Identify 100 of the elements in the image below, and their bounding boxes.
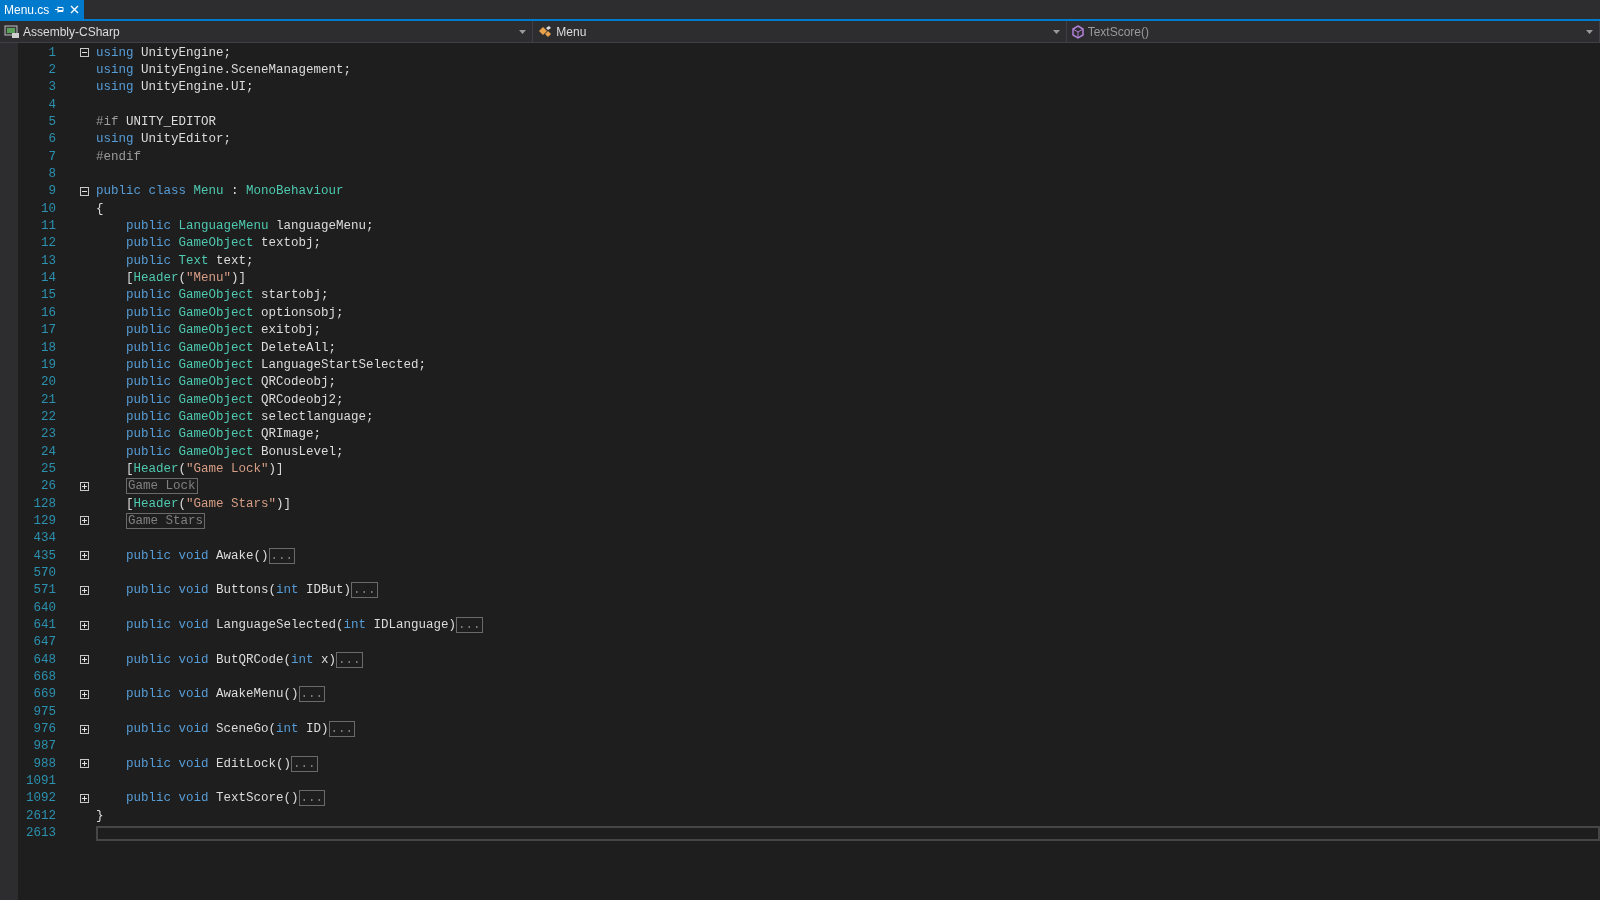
line-number: 13 [40, 253, 56, 268]
line-number: 987 [32, 739, 56, 754]
expand-icon[interactable] [80, 689, 89, 699]
line-number: 23 [40, 427, 56, 442]
line-number: 647 [32, 635, 56, 650]
collapse-icon[interactable] [80, 48, 89, 58]
code-line: public GameObject BonusLevel; [126, 443, 344, 460]
code-line: public GameObject selectlanguage; [126, 408, 374, 425]
code-line: public GameObject QRCodeobj2; [126, 391, 344, 408]
line-number: 2612 [25, 808, 56, 823]
code-line: public GameObject textobj; [126, 235, 322, 252]
pin-icon[interactable] [55, 5, 65, 14]
code-line: public void EditLock() ... [126, 755, 318, 772]
member-dropdown[interactable]: TextScore() [1066, 21, 1600, 42]
line-number: 129 [32, 513, 56, 528]
code-line: using UnityEngine.SceneManagement; [96, 62, 352, 78]
expand-icon[interactable] [80, 551, 89, 561]
code-line: public void LanguageSelected(int IDLanguage) ... [126, 617, 483, 633]
caret-icon [1586, 29, 1593, 34]
line-number: 434 [32, 531, 56, 546]
expand-icon[interactable] [80, 759, 89, 769]
code-line: public GameObject startobj; [126, 287, 329, 304]
code-line: public GameObject DeleteAll; [126, 339, 337, 356]
project-dropdown[interactable]: Assembly-CSharp [0, 21, 534, 42]
class-icon [537, 24, 554, 39]
line-number: 3 [47, 80, 56, 95]
line-number: 17 [40, 323, 56, 338]
code-line: public GameObject QRCodeobj; [126, 374, 337, 391]
code-line: public Text text; [126, 252, 254, 269]
line-number: 9 [47, 184, 56, 199]
line-number: 12 [40, 236, 56, 251]
expand-icon[interactable] [80, 724, 89, 734]
line-number: 648 [32, 652, 56, 667]
code-line: public GameObject exitobj; [126, 322, 322, 339]
line-number: 128 [32, 496, 56, 511]
line-number: 21 [40, 392, 56, 407]
code-line: [Header("Game Lock")] [126, 460, 284, 477]
code-line: public class Menu : MonoBehaviour [96, 183, 344, 200]
expand-icon[interactable] [80, 516, 89, 526]
code-line: public GameObject LanguageStartSelected; [126, 356, 427, 373]
code-line: [Header("Menu")] [126, 270, 247, 287]
code-line: [Header("Game Stars")] [126, 495, 292, 512]
line-number: 669 [32, 687, 56, 702]
code-line: public LanguageMenu languageMenu; [126, 218, 374, 235]
expand-icon[interactable] [80, 793, 89, 803]
line-number: 435 [32, 548, 56, 563]
code-line: { [96, 200, 104, 217]
code-line: public void AwakeMenu() ... [126, 686, 326, 703]
line-number: 19 [40, 357, 56, 372]
code-line: public void Awake() ... [126, 547, 296, 564]
line-number: 18 [40, 340, 56, 355]
code-line: using UnityEngine.UI; [96, 79, 254, 96]
close-icon[interactable] [70, 5, 80, 14]
line-number: 640 [32, 600, 56, 615]
line-number: 20 [40, 375, 56, 390]
line-number: 976 [32, 722, 56, 737]
code-line: public void Buttons(int IDBut) ... [126, 582, 378, 599]
class-dropdown[interactable]: Menu [533, 21, 1067, 42]
line-number: 2613 [25, 826, 56, 841]
collapse-icon[interactable] [80, 186, 89, 196]
expand-icon[interactable] [80, 620, 89, 630]
line-number: 1 [47, 45, 56, 60]
line-number: 988 [32, 756, 56, 771]
code-line: } [96, 807, 104, 824]
expand-icon[interactable] [80, 585, 89, 595]
line-number: 10 [40, 201, 56, 216]
line-number: 975 [32, 704, 56, 719]
code-line: public GameObject QRImage; [126, 426, 322, 443]
code-line: public void TextScore() ... [126, 790, 326, 807]
code-line: using UnityEditor; [96, 131, 232, 148]
line-number: 14 [40, 271, 56, 286]
file-tab[interactable]: Menu.cs [0, 0, 85, 19]
line-number: 1092 [25, 791, 56, 806]
line-number: 16 [40, 305, 56, 320]
code-line: public void ButQRCode(int x) ... [126, 651, 363, 668]
line-number: 24 [40, 444, 56, 459]
line-number: 11 [40, 219, 56, 234]
line-number: 8 [47, 167, 56, 182]
expand-icon[interactable] [80, 481, 89, 491]
code-line: using UnityEngine; [96, 44, 232, 61]
code-line: public GameObject optionsobj; [126, 304, 344, 321]
line-number: 641 [32, 618, 56, 632]
line-number: 26 [40, 479, 56, 494]
line-number: 5 [47, 115, 56, 130]
line-number: 6 [47, 132, 56, 147]
line-number: 15 [40, 288, 56, 303]
caret-icon [1052, 29, 1060, 34]
line-number: 1091 [25, 774, 56, 789]
line-number: 7 [47, 149, 56, 164]
line-number: 4 [47, 97, 56, 112]
project-icon [4, 24, 20, 39]
method-icon [1070, 24, 1085, 39]
code-line: public void SceneGo(int ID) ... [126, 721, 356, 738]
expand-icon[interactable] [80, 655, 89, 665]
line-number: 2 [47, 63, 56, 77]
line-number: 22 [40, 409, 56, 424]
code-line: #endif [96, 148, 141, 165]
code-line: #if UNITY_EDITOR [96, 114, 217, 131]
line-number: 25 [40, 461, 56, 476]
line-number: 668 [32, 670, 56, 685]
